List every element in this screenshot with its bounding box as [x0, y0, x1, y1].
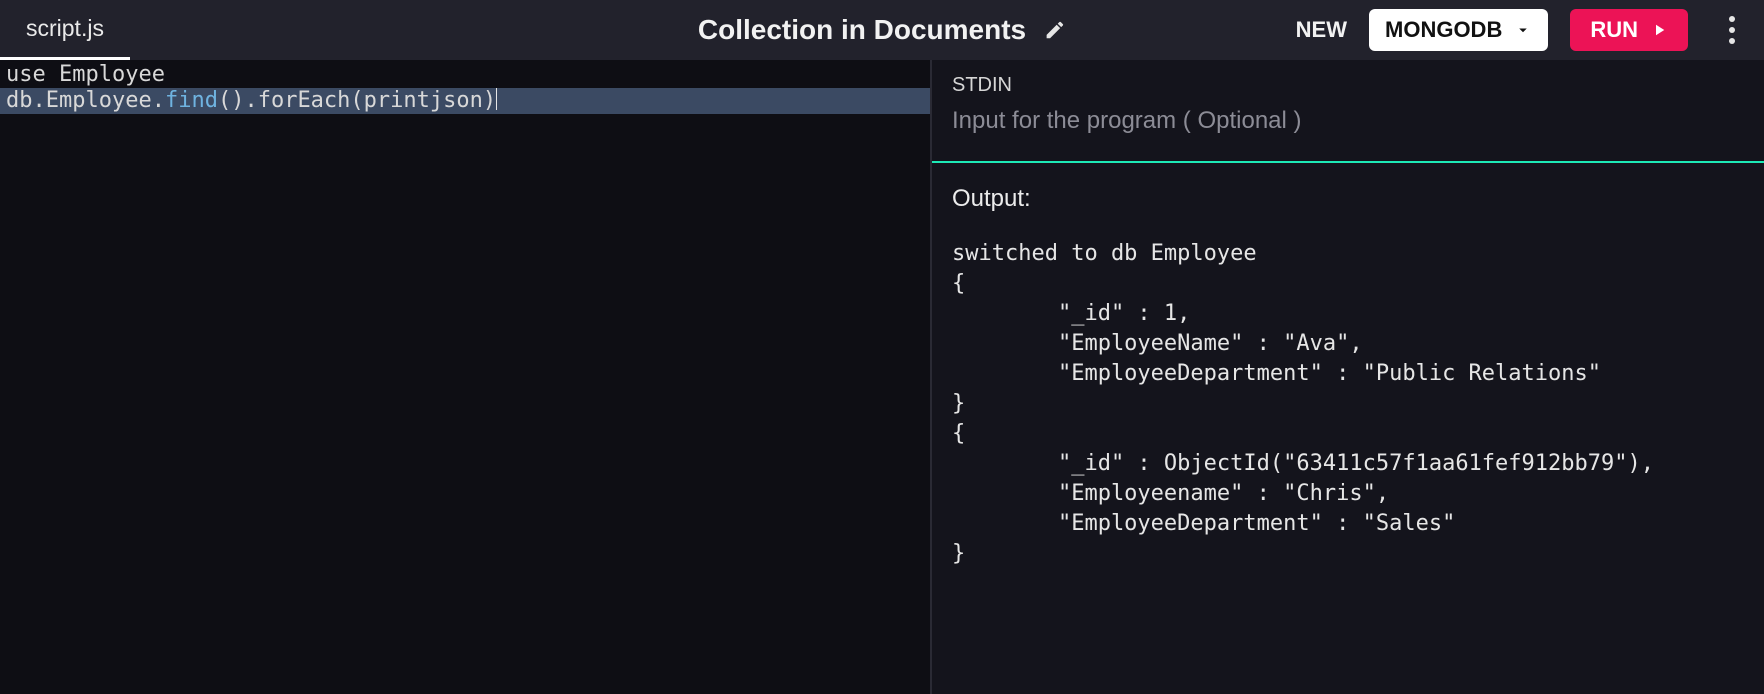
new-button[interactable]: NEW: [1296, 17, 1347, 43]
stdin-input[interactable]: [952, 107, 1744, 135]
code-token: forEach: [258, 88, 351, 113]
header-actions: NEW MONGODB RUN: [1296, 9, 1746, 51]
top-bar: script.js Collection in Documents NEW MO…: [0, 0, 1764, 60]
run-button-label: RUN: [1590, 17, 1638, 43]
code-token: Employee: [46, 88, 152, 113]
code-line[interactable]: use Employee: [0, 62, 930, 88]
more-menu-button[interactable]: [1718, 16, 1746, 44]
code-token: .: [152, 88, 165, 113]
code-token: use: [6, 62, 59, 87]
run-button[interactable]: RUN: [1570, 9, 1688, 51]
language-select[interactable]: MONGODB: [1369, 9, 1548, 51]
code-token: (: [350, 88, 363, 113]
language-select-label: MONGODB: [1385, 17, 1502, 43]
stdin-section: STDIN: [932, 60, 1764, 163]
code-editor[interactable]: use Employeedb.Employee.find().forEach(p…: [0, 60, 930, 694]
code-token: ().: [218, 88, 258, 113]
kebab-dot-icon: [1729, 27, 1735, 33]
code-token: printjson: [364, 88, 483, 113]
edit-icon[interactable]: [1044, 19, 1066, 41]
code-token: db: [6, 88, 33, 113]
chevron-down-icon: [1514, 21, 1532, 39]
main-split: use Employeedb.Employee.find().forEach(p…: [0, 60, 1764, 694]
file-tab[interactable]: script.js: [0, 0, 130, 60]
kebab-dot-icon: [1729, 16, 1735, 22]
new-button-label: NEW: [1296, 17, 1347, 42]
text-cursor: [496, 88, 497, 110]
output-label: Output:: [952, 185, 1744, 213]
title-area: Collection in Documents: [698, 0, 1066, 60]
page-title: Collection in Documents: [698, 14, 1026, 46]
kebab-dot-icon: [1729, 38, 1735, 44]
code-token: find: [165, 88, 218, 113]
output-section: Output: switched to db Employee { "_id" …: [932, 163, 1764, 569]
output-text: switched to db Employee { "_id" : 1, "Em…: [952, 239, 1744, 569]
io-panel: STDIN Output: switched to db Employee { …: [930, 60, 1764, 694]
code-line[interactable]: db.Employee.find().forEach(printjson): [0, 88, 930, 114]
code-token: Employee: [59, 62, 165, 87]
code-token: .: [33, 88, 46, 113]
file-tab-label: script.js: [26, 15, 104, 42]
code-token: ): [483, 88, 496, 113]
play-icon: [1650, 21, 1668, 39]
stdin-label: STDIN: [952, 74, 1744, 97]
